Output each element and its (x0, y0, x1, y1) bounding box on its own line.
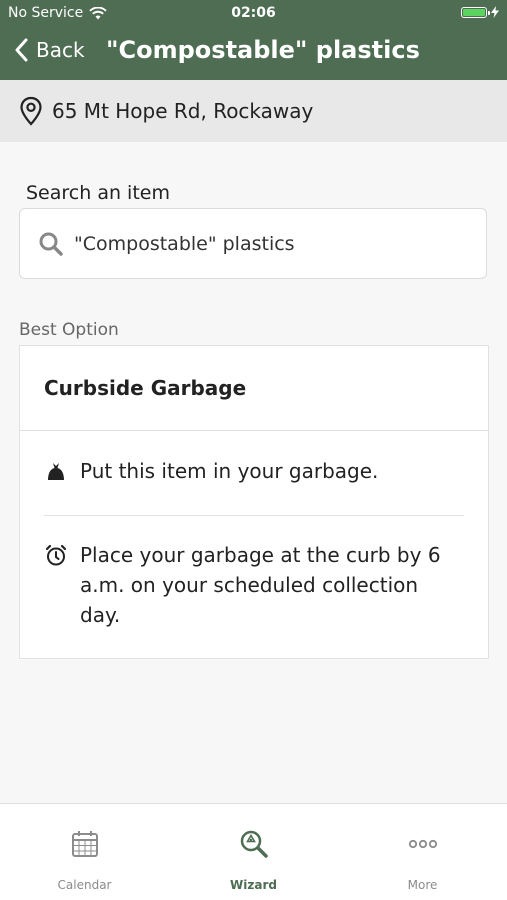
back-label: Back (36, 38, 85, 62)
navigation-bar: Back "Compostable" plastics (0, 28, 507, 80)
alarm-clock-icon (45, 544, 67, 566)
result-card: Curbside Garbage Put this item in your g… (19, 345, 489, 659)
search-input[interactable]: "Compostable" plastics (19, 208, 487, 279)
search-label: Search an item (26, 182, 170, 204)
battery-icon (461, 6, 490, 18)
best-option-label: Best Option (19, 320, 119, 340)
page-title: "Compostable" plastics (106, 36, 420, 64)
tab-label: More (407, 878, 438, 892)
location-pin-icon (20, 96, 42, 126)
result-title: Curbside Garbage (44, 376, 247, 400)
result-card-header: Curbside Garbage (20, 346, 488, 431)
tab-label: Calendar (57, 878, 112, 892)
back-button[interactable]: Back (14, 38, 85, 62)
status-bar: No Service 02:06 (0, 0, 507, 28)
status-right (461, 6, 499, 18)
wizard-search-icon (240, 830, 268, 858)
chevron-left-icon (15, 38, 28, 62)
tab-calendar[interactable]: Calendar (0, 804, 169, 900)
garbage-bag-icon (48, 463, 64, 480)
status-time: 02:06 (231, 5, 276, 21)
instruction-row: Put this item in your garbage. (44, 456, 460, 486)
tab-wizard[interactable]: Wizard (169, 804, 338, 900)
instruction-row: Place your garbage at the curb by 6 a.m.… (44, 540, 460, 630)
search-icon (39, 232, 63, 256)
charging-bolt-icon (491, 6, 499, 18)
address-bar[interactable]: 65 Mt Hope Rd, Rockaway (0, 80, 507, 142)
tab-label: Wizard (230, 878, 277, 892)
more-icon (408, 839, 437, 849)
calendar-icon (71, 831, 98, 857)
tab-bar: Calendar Wizard More (0, 803, 507, 900)
row-divider (44, 515, 464, 516)
address-text: 65 Mt Hope Rd, Rockaway (52, 99, 314, 123)
search-value: "Compostable" plastics (74, 232, 295, 255)
instruction-text: Put this item in your garbage. (80, 459, 379, 483)
instruction-text: Place your garbage at the curb by 6 a.m.… (80, 543, 441, 627)
tab-more[interactable]: More (338, 804, 507, 900)
